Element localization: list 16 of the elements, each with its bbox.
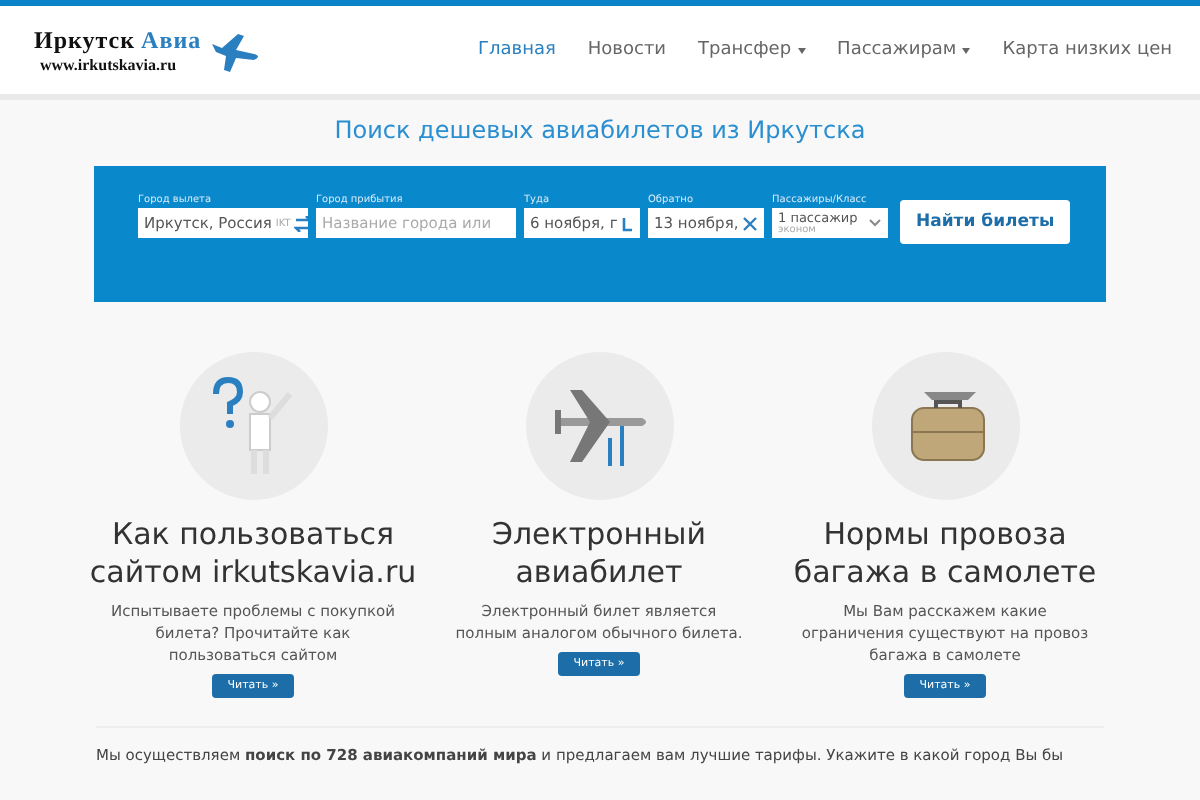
close-icon[interactable]: [742, 215, 759, 231]
search-button[interactable]: Найти билеты: [900, 200, 1071, 244]
nav-link[interactable]: Трансфер: [682, 40, 822, 60]
logo-name-accent[interactable]: Авиа: [141, 26, 202, 54]
nav-link[interactable]: Карта низких цен: [986, 40, 1188, 60]
chevron-down-icon: [868, 218, 882, 228]
card-heading: Электронный авиабилет: [490, 516, 708, 592]
logo-name[interactable]: Иркутск: [34, 26, 136, 54]
swap-icon[interactable]: [294, 215, 308, 231]
logo-url[interactable]: www.irkutskavia.ru: [40, 56, 202, 74]
page-headline: Поиск дешевых авиабилетов из Иркутска: [332, 116, 868, 144]
nav-link[interactable]: Пассажирам: [821, 40, 987, 60]
card-heading: Как пользоваться сайтом irkutskavia.ru: [87, 516, 419, 592]
nav-link[interactable]: Главная: [462, 40, 572, 60]
card-heading: Нормы провоза багажа в самолете: [791, 516, 1099, 592]
nav-link[interactable]: Новости: [571, 40, 683, 60]
